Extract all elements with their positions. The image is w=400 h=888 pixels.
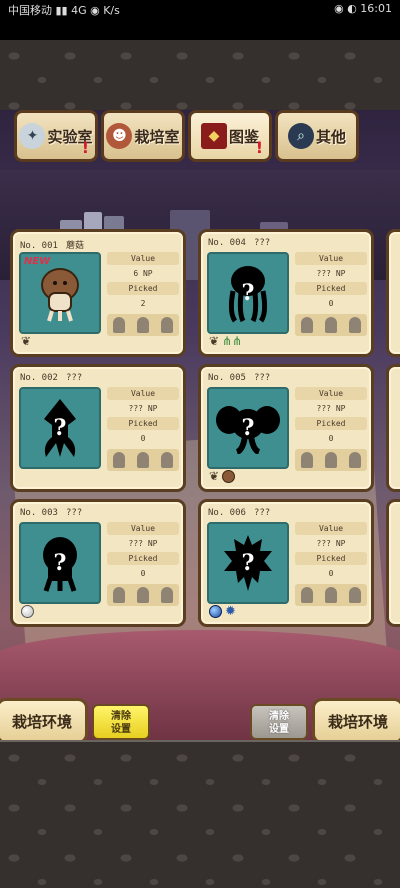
unknown-mark: ? xyxy=(241,415,255,441)
clear-settings-button-right[interactable]: 清除 设置 xyxy=(250,704,308,740)
gear-icon: ✹ xyxy=(225,603,236,619)
collection-card-partial[interactable] xyxy=(386,364,400,492)
card-number: No. 002??? xyxy=(20,373,83,383)
unknown-mark: ? xyxy=(241,550,255,576)
collection-card-partial[interactable] xyxy=(386,499,400,627)
tab-lab[interactable]: ✦ 实验室 ! xyxy=(14,110,98,162)
card-items: ❦ ⋔⋔ xyxy=(209,334,242,348)
card-items: ❦ xyxy=(21,334,31,348)
picked-label: Picked xyxy=(107,282,179,295)
card-stats: Value ??? NP Picked 0 xyxy=(295,252,367,336)
card-stats: Value ??? NP Picked 0 xyxy=(107,387,179,471)
picked-count: 2 xyxy=(140,299,146,308)
clear-settings-button-left[interactable]: 清除 设置 xyxy=(92,704,150,740)
collection-card-003[interactable]: No. 003??? ? Value ??? NP Picked 0 xyxy=(10,499,186,627)
card-number: No. 005??? xyxy=(208,373,271,383)
alert-icon: ! xyxy=(81,138,89,157)
unknown-mark: ? xyxy=(53,415,67,441)
value-label: Value xyxy=(107,252,179,265)
cultivation-environment-button-left[interactable]: 栽培环境 xyxy=(0,698,88,744)
value-amount: 6 NP xyxy=(133,269,153,278)
card-number: No. 001 蘑菇 xyxy=(20,241,84,251)
cultivation-environment-button-right[interactable]: 栽培环境 xyxy=(312,698,400,744)
status-bar: 中国移动 ▮▮ 4G ◉ K/s ◉ ◐ 16:01 xyxy=(0,0,400,40)
collection-card-004[interactable]: No. 004??? ? Value ??? NP Picked 0 ❦ ⋔⋔ xyxy=(198,229,374,357)
tab-encyclopedia-label: 图鉴 xyxy=(228,127,259,146)
microscope-icon: ✦ xyxy=(19,123,46,149)
creature-portrait: ? xyxy=(19,522,101,604)
unknown-mark: ? xyxy=(241,280,255,306)
magnifier-icon: ⌕ xyxy=(287,123,314,149)
card-stats: Value ??? NP Picked 0 xyxy=(295,522,367,606)
status-right: ◉ ◐ 16:01 xyxy=(334,2,392,15)
creature-portrait: ? xyxy=(207,252,289,334)
creature-portrait: ? xyxy=(207,522,289,604)
clear-settings-label: 清除 设置 xyxy=(269,711,289,735)
card-items xyxy=(21,604,34,618)
white-orb-icon xyxy=(21,604,34,618)
collection-card-006[interactable]: No. 006??? ? Value ??? NP Picked 0 ✹ xyxy=(198,499,374,627)
grass-icon: ⋔⋔ xyxy=(222,334,243,348)
creature-portrait: NEW xyxy=(19,252,101,334)
top-pattern-panel xyxy=(0,40,400,110)
card-number: No. 006??? xyxy=(208,508,271,518)
character-icon: ☻ xyxy=(106,123,133,149)
sprout-icon: ❦ xyxy=(209,469,220,483)
collection-card-001[interactable]: No. 001 蘑菇 NEW Value 6 NP Picked 2 ❦ xyxy=(10,229,186,357)
sprout-icon: ❦ xyxy=(209,334,220,348)
variant-silhouettes xyxy=(107,314,179,336)
card-items: ❦ xyxy=(209,469,236,483)
tab-cultivation[interactable]: ☻ 栽培室 xyxy=(101,110,185,162)
mushroom-creature-icon xyxy=(41,268,79,322)
unknown-mark: ? xyxy=(53,550,67,576)
alert-icon: ! xyxy=(255,138,263,157)
status-left: 中国移动 ▮▮ 4G ◉ K/s xyxy=(8,4,120,17)
card-items: ✹ xyxy=(209,603,236,619)
collection-card-002[interactable]: No. 002??? ? Value ??? NP Picked 0 xyxy=(10,364,186,492)
blue-orb-icon xyxy=(209,604,222,618)
tab-encyclopedia[interactable]: ◆ 图鉴 ! xyxy=(188,110,272,162)
creature-portrait: ? xyxy=(19,387,101,469)
collection-card-partial[interactable] xyxy=(386,229,400,357)
card-stats: Value 6 NP Picked 2 xyxy=(107,252,179,336)
book-icon: ◆ xyxy=(200,123,227,149)
tab-other-label: 其他 xyxy=(315,127,346,146)
card-number: No. 004??? xyxy=(208,238,271,248)
card-number: No. 003??? xyxy=(20,508,83,518)
tab-other[interactable]: ⌕ 其他 xyxy=(275,110,359,162)
bottom-pattern-panel xyxy=(0,742,400,888)
card-stats: Value ??? NP Picked 0 xyxy=(107,522,179,606)
card-stats: Value ??? NP Picked 0 xyxy=(295,387,367,471)
tab-cultivation-label: 栽培室 xyxy=(134,127,180,146)
sprout-icon: ❦ xyxy=(21,334,32,348)
clear-settings-label: 清除 设置 xyxy=(111,711,131,735)
creature-portrait: ? xyxy=(207,387,289,469)
ball-icon xyxy=(222,469,236,483)
collection-card-005[interactable]: No. 005??? ? Value ??? NP Picked 0 ❦ xyxy=(198,364,374,492)
